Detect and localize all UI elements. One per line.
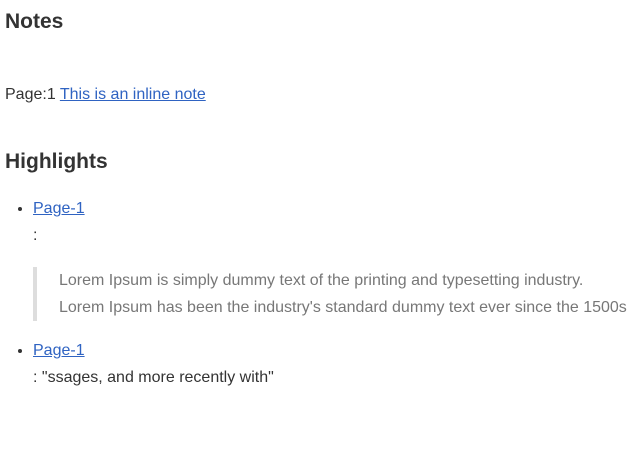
highlight-quote: Lorem Ipsum is simply dummy text of the …: [33, 267, 633, 321]
highlights-list: Page-1 : Lorem Ipsum is simply dummy tex…: [5, 195, 633, 391]
highlight-page-link[interactable]: Page-1: [33, 200, 85, 217]
inline-note-link[interactable]: This is an inline note: [60, 86, 206, 103]
notes-heading: Notes: [5, 10, 64, 33]
highlights-heading: Highlights: [5, 150, 108, 173]
page-label: Page:1: [5, 86, 56, 103]
highlight-suffix: :: [33, 227, 38, 244]
highlight-page-link[interactable]: Page-1: [33, 342, 85, 359]
document-page: Notes Page:1 This is an inline note High…: [0, 0, 636, 473]
list-item: Page-1 : Lorem Ipsum is simply dummy tex…: [33, 195, 633, 321]
list-item: Page-1 : "ssages, and more recently with…: [33, 337, 633, 391]
highlight-suffix: : "ssages, and more recently with": [33, 369, 274, 386]
inline-note-line: Page:1 This is an inline note: [5, 81, 206, 108]
